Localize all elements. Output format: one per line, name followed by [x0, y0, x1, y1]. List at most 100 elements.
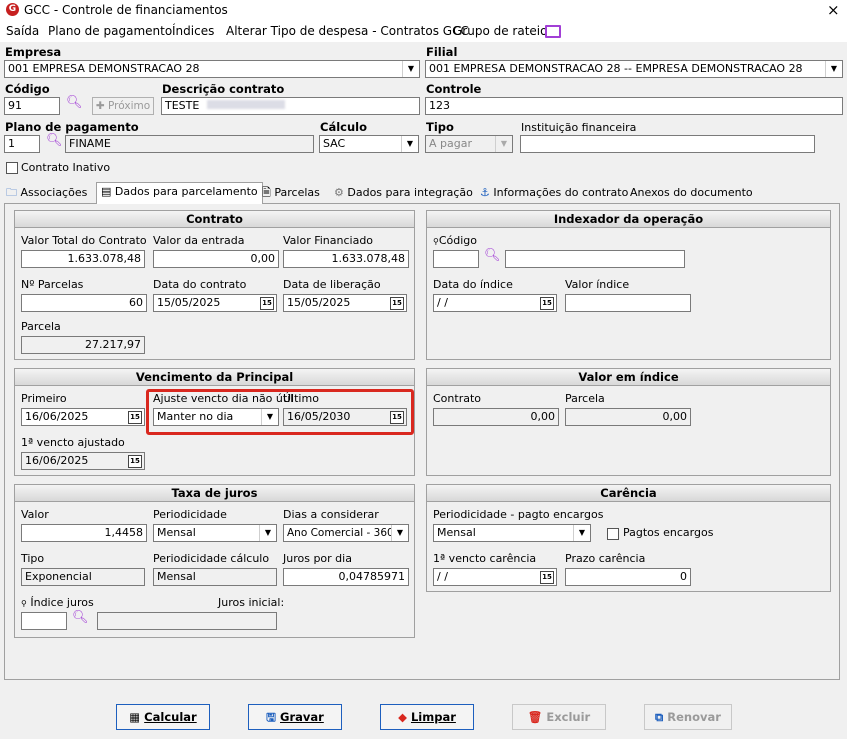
indexador-nome-input[interactable] — [505, 250, 685, 268]
dias-label: Dias a considerar — [283, 508, 379, 521]
tipo-value: A pagar — [429, 137, 472, 150]
chevron-down-icon: ▼ — [495, 136, 512, 152]
prazo-input[interactable]: 0 — [565, 568, 691, 586]
calendar-icon[interactable]: 15 — [260, 297, 274, 310]
valor-indice-input[interactable] — [565, 294, 691, 312]
juros-tipo-label: Tipo — [21, 552, 45, 565]
carencia-period-value: Mensal — [437, 526, 476, 539]
codigo-input[interactable]: 91 — [4, 97, 60, 115]
juros-dia-label: Juros por dia — [283, 552, 352, 565]
indice-juros-label: ⚲ Índice juros — [21, 596, 94, 609]
anchor-icon: ⚓ — [480, 186, 490, 199]
limpar-label: Limpar — [410, 710, 456, 724]
proximo-label: Próximo — [108, 100, 151, 112]
trash-icon: 🗑 — [527, 710, 543, 724]
menu-alterar-tipo[interactable]: Alterar Tipo de despesa - Contratos GCC — [226, 24, 469, 38]
folder-icon: 🗀 — [6, 186, 17, 199]
controle-label: Controle — [426, 82, 482, 96]
calculo-label: Cálculo — [320, 120, 367, 134]
save-icon: 🖫 — [266, 710, 276, 724]
juros-valor-input[interactable]: 1,4458 — [21, 524, 147, 542]
juros-periodicidade-select[interactable]: Mensal ▼ — [153, 524, 277, 542]
page-icon: 🗎 — [262, 186, 271, 199]
limpar-button[interactable]: ◆ Limpar — [380, 704, 474, 730]
title-bar: G GCC - Controle de financiamentos × — [0, 0, 847, 20]
search-icon[interactable]: 🔍︎ — [72, 610, 89, 625]
menu-saida[interactable]: Saída — [6, 24, 39, 38]
calendar-icon[interactable]: 15 — [390, 297, 404, 310]
menu-plano[interactable]: Plano de pagamento — [48, 24, 172, 38]
carencia-venc-input[interactable]: / / 15 — [433, 568, 557, 586]
calcular-button[interactable]: ▦ Calcular — [116, 704, 210, 730]
tab-dados-integracao[interactable]: ⚙ Dados para integração — [334, 184, 473, 204]
vi-contrato-label: Contrato — [433, 392, 482, 405]
juros-valor-label: Valor — [21, 508, 49, 521]
juros-dia-input[interactable]: 0,04785971 — [283, 568, 409, 586]
proximo-button[interactable]: ✚ Próximo — [92, 97, 154, 115]
empresa-select[interactable]: 001 EMPRESA DEMONSTRACAO 28 ▼ — [4, 60, 420, 78]
monitor-icon[interactable] — [545, 25, 561, 38]
valor-entrada-input[interactable]: 0,00 — [153, 250, 279, 268]
codigo-text: Código — [438, 234, 478, 247]
juros-inicial-label: Juros inicial: — [218, 596, 285, 609]
indexador-panel: Indexador da operação ⚲Código 🔍︎ Data do… — [426, 210, 831, 360]
menu-grupo-rateio[interactable]: Grupo de rateio — [453, 24, 547, 38]
filial-select[interactable]: 001 EMPRESA DEMONSTRACAO 28 -- EMPRESA D… — [425, 60, 843, 78]
controle-input[interactable]: 123 — [425, 97, 843, 115]
tab-informacoes-contrato[interactable]: ⚓ Informações do contrato — [480, 184, 628, 204]
calculo-value: SAC — [323, 137, 346, 150]
tab-dados-parcelamento[interactable]: ▤ Dados para parcelamento — [96, 182, 263, 205]
data-contrato-input[interactable]: 15/05/2025 15 — [153, 294, 277, 312]
plano-code-input[interactable]: 1 — [4, 135, 40, 153]
carencia-period-label: Periodicidade - pagto encargos — [433, 508, 604, 521]
data-indice-input[interactable]: / / 15 — [433, 294, 557, 312]
indexador-codigo-input[interactable] — [433, 250, 479, 268]
chevron-down-icon: ▼ — [402, 61, 419, 77]
data-liberacao-value: 15/05/2025 — [287, 296, 351, 309]
eraser-icon: ◆ — [398, 710, 407, 724]
juros-tipo-field: Exponencial — [21, 568, 145, 586]
excluir-button[interactable]: 🗑 Excluir — [512, 704, 606, 730]
carencia-period-select[interactable]: Mensal ▼ — [433, 524, 591, 542]
tab-parcelas[interactable]: 🗎 Parcelas — [262, 184, 320, 204]
dias-select[interactable]: Ano Comercial - 360 ▼ — [283, 524, 409, 542]
redacted-text — [206, 100, 285, 109]
indice-juros-input[interactable] — [21, 612, 67, 630]
vi-parcela-label: Parcela — [565, 392, 605, 405]
close-icon[interactable]: × — [827, 1, 840, 19]
tab-associacoes[interactable]: 🗀 Associações — [6, 184, 87, 204]
renovar-button[interactable]: ⧉ Renovar — [644, 704, 732, 730]
chevron-down-icon: ▼ — [391, 525, 408, 541]
data-liberacao-input[interactable]: 15/05/2025 15 — [283, 294, 407, 312]
primeiro-input[interactable]: 16/06/2025 15 — [21, 408, 145, 426]
data-indice-value: / / — [437, 296, 448, 309]
calculo-select[interactable]: SAC ▼ — [319, 135, 419, 153]
contrato-inativo-checkbox[interactable] — [6, 162, 18, 174]
menu-indices[interactable]: Índices — [172, 24, 214, 38]
gravar-button[interactable]: 🖫 Gravar — [248, 704, 342, 730]
codigo-label: Código — [5, 82, 50, 96]
instituicao-input[interactable] — [520, 135, 815, 153]
valor-total-input[interactable]: 1.633.078,48 — [21, 250, 145, 268]
valor-indice-panel: Valor em índice Contrato 0,00 Parcela 0,… — [426, 368, 831, 476]
calendar-icon[interactable]: 15 — [540, 297, 554, 310]
descricao-input[interactable]: TESTE — [161, 97, 420, 115]
calendar-icon[interactable]: 15 — [128, 411, 142, 424]
search-icon[interactable]: 🔍︎ — [46, 133, 63, 148]
data-contrato-value: 15/05/2025 — [157, 296, 221, 309]
pagtos-encargos-label: Pagtos encargos — [623, 526, 714, 539]
juros-title: Taxa de juros — [15, 485, 414, 502]
plano-label: Plano de pagamento — [5, 120, 139, 134]
n-parcelas-input[interactable]: 60 — [21, 294, 147, 312]
period-calc-label: Periodicidade cálculo — [153, 552, 270, 565]
valor-financiado-input[interactable]: 1.633.078,48 — [283, 250, 409, 268]
calendar-icon[interactable]: 15 — [540, 571, 554, 584]
tab-anexos-documento[interactable]: Anexos do documento — [630, 184, 753, 204]
chevron-down-icon: ▼ — [259, 525, 276, 541]
pagtos-encargos-checkbox[interactable] — [607, 528, 619, 540]
dias-value: Ano Comercial - 360 — [287, 527, 394, 539]
search-icon[interactable]: 🔍︎ — [484, 248, 501, 263]
search-icon[interactable]: 🔍︎ — [66, 95, 83, 110]
prazo-label: Prazo carência — [565, 552, 646, 565]
chevron-down-icon: ▼ — [825, 61, 842, 77]
